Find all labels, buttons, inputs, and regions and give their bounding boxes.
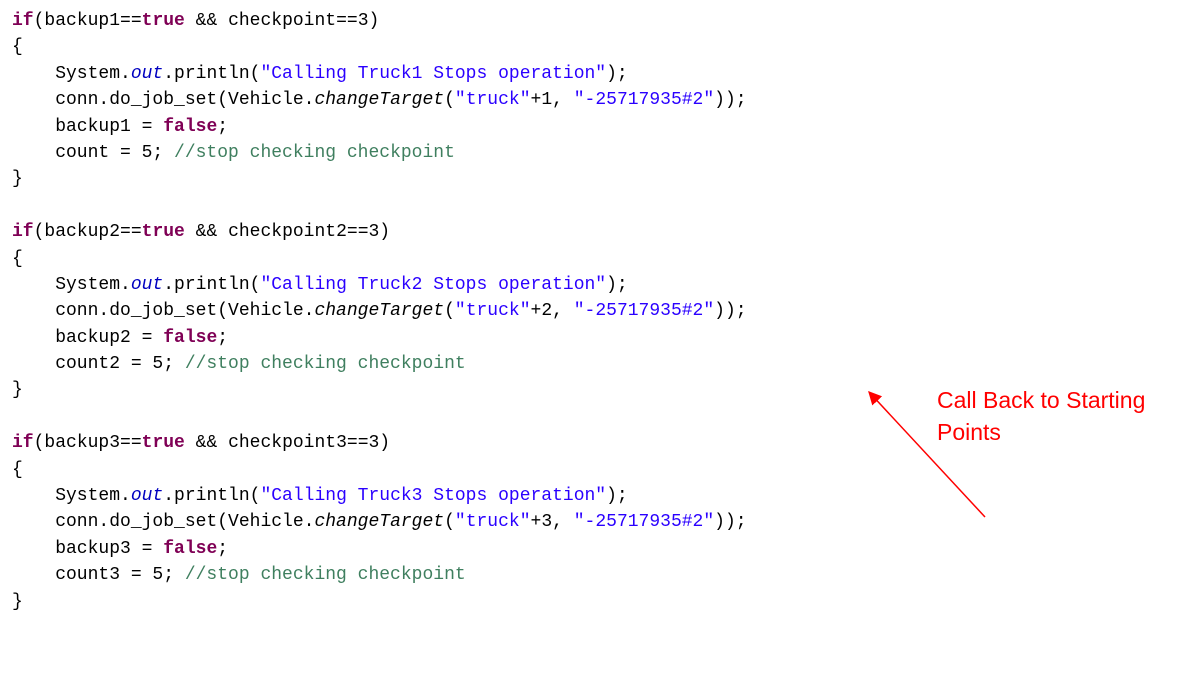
- code-token: }: [12, 380, 23, 401]
- string-literal: "-25717935#2": [573, 301, 715, 322]
- code-token: (: [444, 301, 455, 322]
- static-field-token: out: [130, 63, 164, 84]
- code-token: && checkpoint2==3): [184, 222, 391, 243]
- code-line[interactable]: [12, 193, 747, 219]
- string-literal: "-25717935#2": [573, 90, 715, 111]
- code-line[interactable]: count = 5; //stop checking checkpoint: [12, 140, 747, 166]
- code-token: {: [12, 37, 23, 58]
- code-token: (: [444, 512, 455, 533]
- code-line[interactable]: conn.do_job_set(Vehicle.changeTarget("tr…: [12, 87, 747, 113]
- string-literal: "-25717935#2": [573, 512, 715, 533]
- code-token: {: [12, 459, 23, 480]
- code-token: conn.do_job_set(Vehicle.: [12, 90, 315, 111]
- keyword-token: if: [12, 433, 34, 454]
- code-token: ));: [714, 90, 747, 111]
- code-line[interactable]: [12, 404, 747, 430]
- code-token: +3,: [530, 512, 574, 533]
- method-name-token: changeTarget: [314, 512, 445, 533]
- code-token: }: [12, 169, 23, 190]
- code-token: (backup3==: [33, 433, 142, 454]
- keyword-token: if: [12, 11, 34, 31]
- code-token: && checkpoint==3): [184, 11, 380, 31]
- code-token: System.: [12, 274, 131, 295]
- method-name-token: changeTarget: [314, 301, 445, 322]
- code-comment: //stop checking checkpoint: [184, 354, 466, 375]
- code-line[interactable]: backup2 = false;: [12, 325, 747, 351]
- keyword-token: false: [163, 116, 218, 137]
- code-token: );: [606, 274, 628, 295]
- code-token: ;: [217, 116, 229, 137]
- keyword-token: true: [141, 433, 185, 454]
- annotation-label: Call Back to Starting Points: [937, 387, 1146, 445]
- keyword-token: true: [141, 222, 185, 243]
- code-line[interactable]: {: [12, 246, 747, 272]
- code-line[interactable]: count3 = 5; //stop checking checkpoint: [12, 562, 747, 588]
- code-token: ;: [217, 327, 229, 348]
- code-token: );: [606, 63, 628, 84]
- string-literal: "Calling Truck2 Stops operation": [260, 274, 607, 295]
- keyword-token: if: [12, 222, 34, 243]
- code-token: .println(: [163, 274, 261, 295]
- code-line[interactable]: count2 = 5; //stop checking checkpoint: [12, 351, 747, 377]
- code-token: System.: [12, 63, 131, 84]
- code-token: count = 5;: [12, 142, 175, 163]
- code-token: +2,: [530, 301, 574, 322]
- static-field-token: out: [130, 274, 164, 295]
- code-token: ));: [714, 301, 747, 322]
- code-token: }: [12, 591, 23, 612]
- code-editor[interactable]: if(backup1==true && checkpoint==3){ Syst…: [12, 8, 747, 615]
- code-line[interactable]: conn.do_job_set(Vehicle.changeTarget("tr…: [12, 298, 747, 324]
- code-token: System.: [12, 486, 131, 507]
- code-token: count2 = 5;: [12, 354, 185, 375]
- keyword-token: true: [141, 11, 185, 31]
- code-token: ));: [714, 512, 747, 533]
- code-line[interactable]: }: [12, 166, 747, 192]
- code-line[interactable]: System.out.println("Calling Truck1 Stops…: [12, 61, 747, 87]
- code-token: ;: [217, 538, 229, 559]
- code-token: (backup2==: [33, 222, 142, 243]
- code-line[interactable]: System.out.println("Calling Truck2 Stops…: [12, 272, 747, 298]
- code-line[interactable]: backup1 = false;: [12, 114, 747, 140]
- code-token: count3 = 5;: [12, 565, 185, 586]
- code-token: backup1 =: [12, 116, 164, 137]
- code-line[interactable]: }: [12, 589, 747, 615]
- code-token: backup3 =: [12, 538, 164, 559]
- code-token: );: [606, 486, 628, 507]
- method-name-token: changeTarget: [314, 90, 445, 111]
- code-line[interactable]: conn.do_job_set(Vehicle.changeTarget("tr…: [12, 509, 747, 535]
- code-line[interactable]: {: [12, 34, 747, 60]
- code-token: .println(: [163, 486, 261, 507]
- keyword-token: false: [163, 327, 218, 348]
- code-token: {: [12, 248, 23, 269]
- code-comment: //stop checking checkpoint: [174, 142, 455, 163]
- code-line[interactable]: {: [12, 457, 747, 483]
- string-literal: "truck": [454, 301, 531, 322]
- static-field-token: out: [130, 486, 164, 507]
- code-token: backup2 =: [12, 327, 164, 348]
- code-token: conn.do_job_set(Vehicle.: [12, 512, 315, 533]
- code-token: (backup1==: [33, 11, 142, 31]
- string-literal: "truck": [454, 512, 531, 533]
- string-literal: "truck": [454, 90, 531, 111]
- code-line[interactable]: if(backup3==true && checkpoint3==3): [12, 430, 747, 456]
- code-token: +1,: [530, 90, 574, 111]
- code-line[interactable]: if(backup2==true && checkpoint2==3): [12, 219, 747, 245]
- code-token: conn.do_job_set(Vehicle.: [12, 301, 315, 322]
- code-line[interactable]: backup3 = false;: [12, 536, 747, 562]
- code-token: .println(: [163, 63, 261, 84]
- code-comment: //stop checking checkpoint: [184, 565, 466, 586]
- code-token: (: [444, 90, 455, 111]
- code-line[interactable]: if(backup1==true && checkpoint==3): [12, 8, 747, 34]
- string-literal: "Calling Truck3 Stops operation": [260, 486, 607, 507]
- keyword-token: false: [163, 538, 218, 559]
- code-line[interactable]: }: [12, 377, 747, 403]
- string-literal: "Calling Truck1 Stops operation": [260, 63, 607, 84]
- code-line[interactable]: System.out.println("Calling Truck3 Stops…: [12, 483, 747, 509]
- code-token: && checkpoint3==3): [184, 433, 391, 454]
